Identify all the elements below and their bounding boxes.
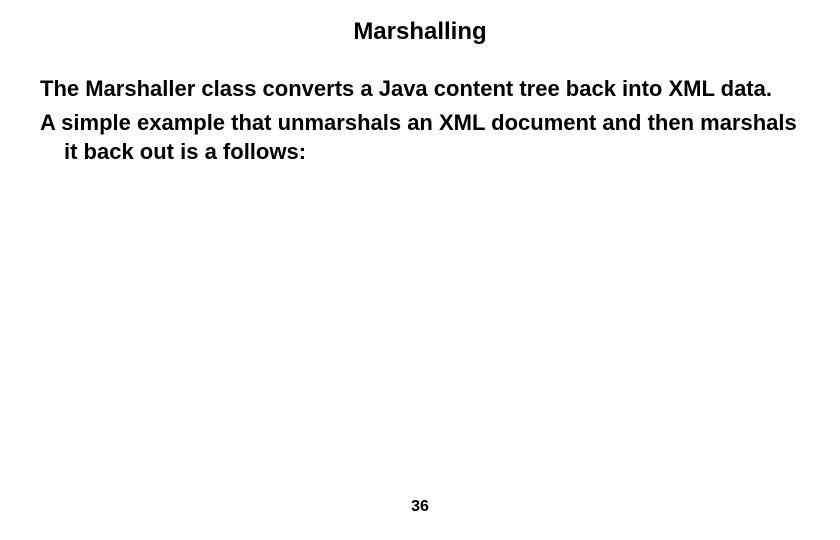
page-number: 36 (0, 498, 840, 516)
slide-body: The Marshaller class converts a Java con… (40, 74, 800, 167)
paragraph-2: A simple example that unmarshals an XML … (40, 108, 800, 167)
paragraph-1: The Marshaller class converts a Java con… (40, 74, 800, 104)
slide-title: Marshalling (40, 18, 800, 46)
slide-container: Marshalling The Marshaller class convert… (0, 0, 840, 540)
